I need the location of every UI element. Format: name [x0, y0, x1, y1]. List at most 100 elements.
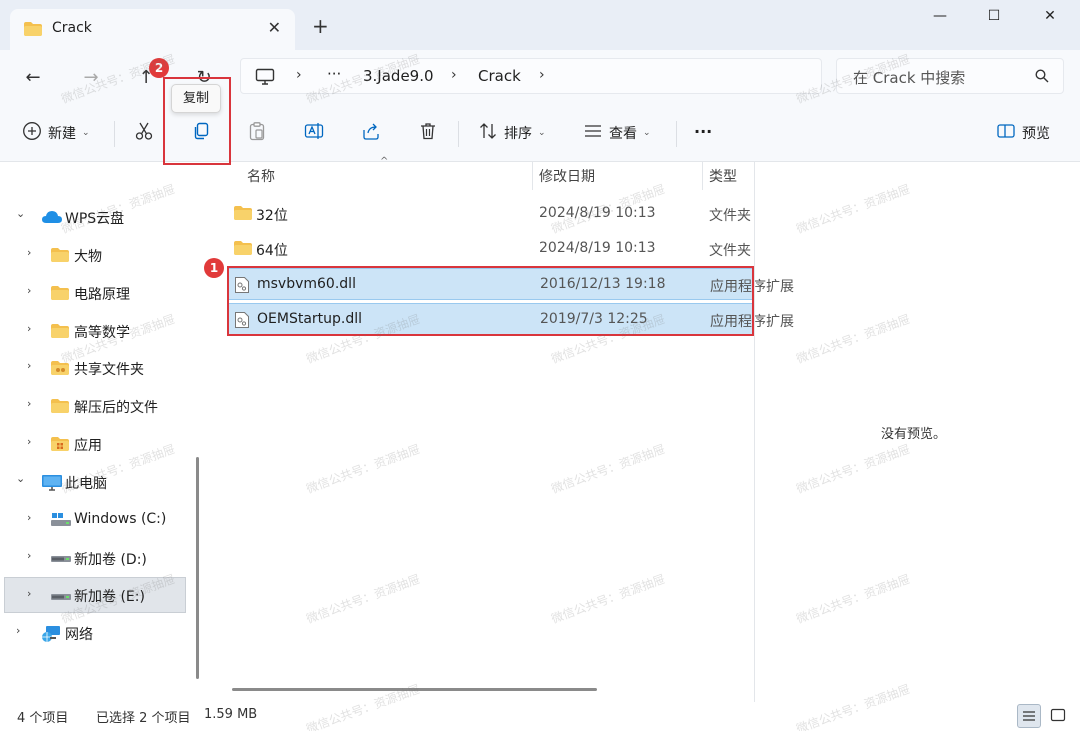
shared-folder-icon — [50, 360, 70, 380]
maximize-button[interactable]: ☐ — [974, 8, 1014, 30]
breadcrumb-item-crack[interactable]: Crack — [478, 67, 521, 85]
copy-highlight-box — [163, 77, 231, 165]
table-row-64[interactable]: 64位 2024/8/19 10:13 文件夹 — [228, 233, 753, 265]
sidebar-item-network[interactable]: › 网络 — [4, 615, 186, 651]
preview-divider[interactable] — [754, 162, 755, 702]
sidebar-item-label: 新加卷 (D:) — [74, 552, 147, 568]
tab-crack[interactable]: Crack ✕ — [10, 9, 295, 50]
file-name: 32位 — [256, 208, 288, 224]
sidebar-item-math[interactable]: › 高等数学 — [4, 313, 186, 349]
sidebar-item-apps[interactable]: › 应用 — [4, 426, 186, 462]
breadcrumb-item-jade[interactable]: 3.Jade9.0 — [363, 67, 434, 85]
window-close-button[interactable]: ✕ — [1030, 8, 1070, 30]
column-header-name[interactable]: 名称 — [247, 166, 275, 186]
sort-icon — [478, 121, 498, 145]
sort-button[interactable]: 排序 ⌄ — [478, 120, 546, 146]
plus-circle-icon — [22, 121, 42, 145]
file-date: 2024/8/19 10:13 — [539, 205, 656, 221]
navigation-pane: ⌄ WPS云盘 › 大物 › 电路原理 › 高等数学 › 共享文件夹 › 解压后… — [0, 162, 204, 702]
sidebar-item-drive-c[interactable]: › Windows (C:) — [4, 502, 186, 538]
new-tab-button[interactable]: + — [312, 16, 329, 36]
drive-icon — [50, 550, 72, 570]
file-list: ^ 名称 修改日期 类型 32位 2024/8/19 10:13 文件夹 64位… — [212, 156, 794, 702]
chevron-right-icon: › — [27, 284, 32, 297]
drive-icon — [50, 588, 72, 608]
column-header-date[interactable]: 修改日期 — [539, 166, 595, 186]
table-row-32[interactable]: 32位 2024/8/19 10:13 文件夹 — [228, 198, 753, 230]
preview-pane-button[interactable]: 预览 — [996, 120, 1050, 146]
sidebar-item-label: 网络 — [65, 627, 93, 643]
sidebar-item-drive-e[interactable]: › 新加卷 (E:) — [4, 577, 186, 613]
step-badge-2: 2 — [149, 58, 169, 78]
share-button[interactable] — [361, 120, 381, 146]
back-button[interactable]: ← — [19, 64, 47, 92]
search-input[interactable]: 在 Crack 中搜索 — [836, 58, 1064, 94]
divider — [458, 121, 459, 147]
network-icon — [41, 625, 63, 647]
sidebar-item-dawu[interactable]: › 大物 — [4, 237, 186, 273]
status-bar: 4 个项目 已选择 2 个项目 1.59 MB — [0, 702, 1080, 731]
sidebar-item-label: Windows (C:) — [74, 511, 167, 527]
sidebar-item-this-pc[interactable]: ⌄ 此电脑 — [4, 464, 186, 500]
sidebar-item-shared[interactable]: › 共享文件夹 — [4, 350, 186, 386]
file-name: 64位 — [256, 243, 288, 259]
files-highlight-box — [227, 266, 754, 336]
sidebar-item-wps-cloud[interactable]: ⌄ WPS云盘 — [4, 199, 186, 235]
search-placeholder: 在 Crack 中搜索 — [853, 69, 966, 87]
chevron-down-icon: ⌄ — [16, 207, 26, 220]
delete-button[interactable] — [418, 120, 438, 146]
chevron-down-icon: ⌄ — [538, 128, 546, 138]
sort-ascending-icon: ^ — [380, 156, 389, 167]
folder-icon — [50, 398, 70, 418]
file-date: 2024/8/19 10:13 — [539, 240, 656, 256]
breadcrumb-overflow[interactable]: ··· — [327, 65, 341, 83]
sidebar-item-drive-d[interactable]: › 新加卷 (D:) — [4, 540, 186, 576]
sidebar-item-label: 电路原理 — [74, 287, 130, 303]
watermark-text: 微信公共号：资源抽屉 — [794, 441, 912, 497]
close-tab-icon[interactable]: ✕ — [268, 18, 281, 37]
search-icon — [1035, 69, 1049, 87]
sidebar-scrollbar[interactable] — [196, 457, 199, 679]
rename-button[interactable] — [304, 120, 324, 146]
trash-icon — [418, 121, 438, 145]
details-view-button[interactable] — [1017, 704, 1041, 728]
cut-button[interactable] — [134, 120, 154, 146]
sidebar-item-label: 共享文件夹 — [74, 362, 144, 378]
sidebar-item-extracted[interactable]: › 解压后的文件 — [4, 388, 186, 424]
column-divider[interactable] — [702, 162, 703, 190]
folder-icon — [50, 285, 70, 305]
horizontal-scrollbar[interactable] — [232, 688, 597, 691]
tab-title: Crack — [52, 20, 92, 36]
preview-label: 预览 — [1022, 126, 1050, 142]
sidebar-item-label: 此电脑 — [65, 476, 107, 492]
chevron-right-icon: › — [27, 322, 32, 335]
chevron-right-icon: › — [27, 359, 32, 372]
file-type: 文件夹 — [709, 243, 751, 259]
chevron-right-icon: › — [27, 549, 32, 562]
chevron-down-icon: ⌄ — [82, 128, 90, 138]
view-button[interactable]: 查看 ⌄ — [583, 120, 651, 146]
title-bar: Crack ✕ + — ☐ ✕ — [0, 0, 1080, 50]
minimize-button[interactable]: — — [920, 8, 960, 30]
chevron-right-icon: › — [296, 67, 302, 83]
file-type: 文件夹 — [709, 208, 751, 224]
sidebar-item-circuit[interactable]: › 电路原理 — [4, 275, 186, 311]
watermark-text: 微信公共号：资源抽屉 — [794, 311, 912, 367]
selection-count: 已选择 2 个项目 — [96, 711, 191, 726]
address-bar[interactable]: › ··· 3.Jade9.0 › Crack › — [240, 58, 822, 94]
share-icon — [361, 121, 381, 145]
preview-pane-icon — [996, 121, 1016, 145]
computer-icon — [41, 474, 63, 496]
sidebar-item-label: 新加卷 (E:) — [74, 589, 145, 605]
command-bar: 新建 ⌄ 排序 ⌄ 查看 ⌄ ··· 预览 — [0, 104, 1080, 162]
column-header-type[interactable]: 类型 — [709, 166, 737, 186]
column-divider[interactable] — [532, 162, 533, 190]
new-button[interactable]: 新建 ⌄ — [22, 120, 90, 146]
chevron-right-icon: › — [539, 67, 545, 83]
forward-button[interactable]: → — [77, 64, 105, 92]
chevron-down-icon: ⌄ — [16, 472, 26, 485]
chevron-right-icon: › — [16, 624, 21, 637]
paste-button[interactable] — [247, 120, 267, 146]
more-options-button[interactable]: ··· — [694, 118, 712, 144]
tiles-view-button[interactable] — [1047, 704, 1071, 728]
